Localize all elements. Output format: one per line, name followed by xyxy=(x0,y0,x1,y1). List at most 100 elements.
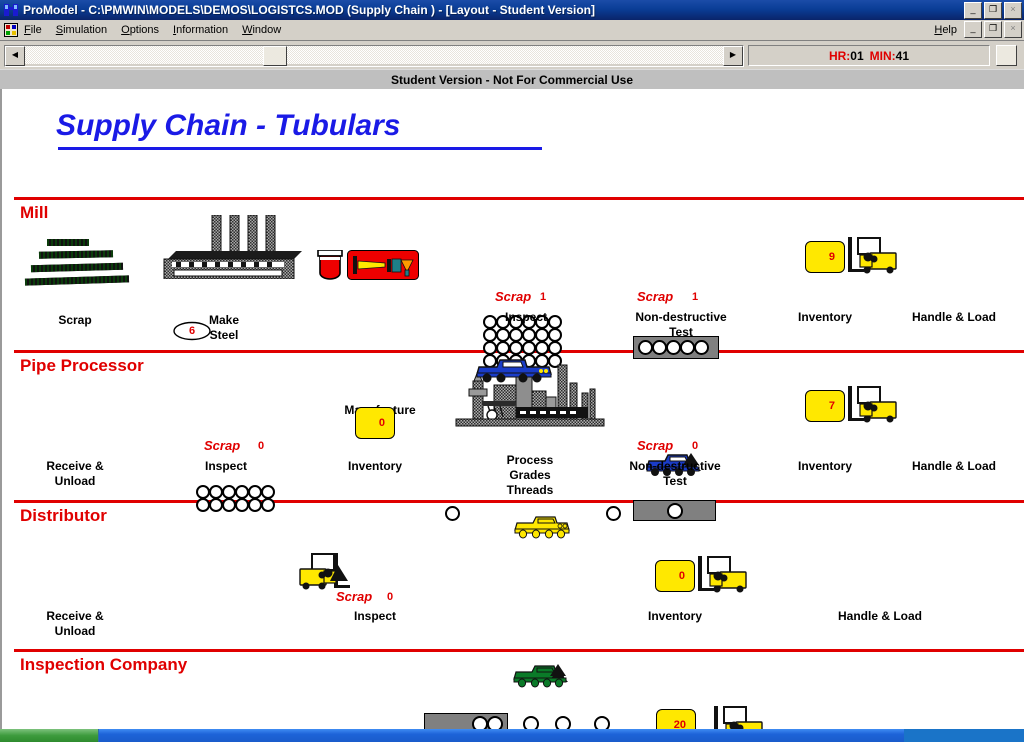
inventory-box-icon-mill[interactable]: 9 xyxy=(805,241,845,273)
press-machine-icon[interactable] xyxy=(347,250,419,280)
model-title: Supply Chain - Tubulars xyxy=(56,109,401,142)
station-label-mill-inspect: Inspect xyxy=(504,310,547,324)
ndt-bar-icon-pp[interactable] xyxy=(633,500,716,521)
inventory-count-mill: 9 xyxy=(828,251,835,263)
os-taskbar[interactable] xyxy=(0,729,1024,742)
clock-hr-value: 01 xyxy=(850,48,864,63)
forklift-icon-mill[interactable] xyxy=(848,235,898,275)
section-label-mill: Mill xyxy=(20,203,49,222)
inventory-box-icon-dist[interactable]: 0 xyxy=(655,560,695,592)
inventory-box-icon-pp2[interactable]: 7 xyxy=(805,390,845,422)
station-label-mill-ndt: Non-destructive Test xyxy=(635,310,727,339)
mdi-restore-button[interactable]: ❐ xyxy=(984,21,1002,38)
station-label-dist-inspect: Inspect xyxy=(353,609,396,623)
station-label-dist-receive-unload: Receive & Unload xyxy=(46,609,104,638)
section-divider-mill xyxy=(14,197,1024,200)
scrap-label-mill-ndt: Scrap xyxy=(637,289,674,304)
forklift-reverse-icon[interactable] xyxy=(298,551,354,593)
clock-readout: HR: 01 MIN: 41 xyxy=(748,45,990,66)
layout-canvas[interactable]: Supply Chain - Tubulars Mill Scrap 6 Mak… xyxy=(0,89,1024,729)
transit-pipe-icon-3[interactable] xyxy=(523,716,539,729)
scrollbar-thumb[interactable] xyxy=(263,46,287,66)
tool-strip: ◀ ▶ HR: 01 MIN: 41 xyxy=(0,41,1024,69)
scrap-value-mill-ndt: 1 xyxy=(692,291,699,303)
menu-item-simulation[interactable]: Simulation xyxy=(56,24,107,36)
section-divider-inspection-company xyxy=(14,649,1024,652)
clock-min-label: MIN: xyxy=(869,48,896,63)
mdi-close-button[interactable]: × xyxy=(1004,21,1022,38)
station-label-dist-inventory: Inventory xyxy=(647,609,702,623)
section-divider-distributor xyxy=(14,500,1024,503)
clock-button[interactable] xyxy=(996,45,1017,66)
menu-item-options[interactable]: Options xyxy=(121,24,159,36)
section-label-pipe-processor: Pipe Processor xyxy=(20,356,144,375)
station-label-pp-handle-load: Handle & Load xyxy=(912,459,997,473)
simulation-clock: HR: 01 MIN: 41 xyxy=(748,43,1017,67)
model-title-underline xyxy=(58,147,542,150)
scrollbar-track[interactable] xyxy=(24,46,724,64)
menu-item-help[interactable]: Help xyxy=(934,24,957,36)
crucible-icon[interactable] xyxy=(316,249,344,283)
minimize-button[interactable]: _ xyxy=(964,2,982,19)
station-label-pp-ndt: Non-destructive Test xyxy=(629,459,721,488)
forklift-icon-pp[interactable] xyxy=(848,384,898,424)
window-controls: _ ❐ × xyxy=(964,2,1022,19)
promodel-icon xyxy=(3,2,19,18)
system-tray[interactable] xyxy=(904,729,1024,742)
menu-item-information[interactable]: Information xyxy=(173,24,228,36)
scrap-label-dist-inspect: Scrap xyxy=(336,589,373,604)
transit-pipe-icon-2[interactable] xyxy=(606,506,621,521)
station-label-pp-inventory-2: Inventory xyxy=(797,459,852,473)
inventory-count-pp1: 0 xyxy=(378,417,385,429)
horizontal-scrollbar[interactable]: ◀ ▶ xyxy=(4,45,744,67)
menu-item-file[interactable]: File xyxy=(24,24,42,36)
station-label-pp-process: Process Grades Threads xyxy=(506,453,554,497)
station-label-pp-inventory-1: Inventory xyxy=(347,459,402,473)
menu-item-window[interactable]: Window xyxy=(242,24,281,36)
section-label-inspection-company: Inspection Company xyxy=(20,655,188,674)
scrap-value-mill-inspect: 1 xyxy=(540,291,547,303)
station-label-dist-handle-load: Handle & Load xyxy=(838,609,923,623)
blue-truck-icon[interactable] xyxy=(473,356,555,384)
canvas-left-edge xyxy=(0,89,2,729)
inventory-box-icon-pp1[interactable]: 0 xyxy=(355,407,395,439)
section-label-distributor: Distributor xyxy=(20,506,107,525)
station-label-pp-receive-unload: Receive & Unload xyxy=(46,459,104,488)
triangle-right-icon[interactable]: ▶ xyxy=(723,46,743,66)
forklift-icon-dist[interactable] xyxy=(698,554,748,594)
station-label-mill-handle-load: Handle & Load xyxy=(912,310,997,324)
window-title: ProModel - C:\PMWIN\MODELS\DEMOS\LOGISTC… xyxy=(23,3,595,17)
promodel-window: ProModel - C:\PMWIN\MODELS\DEMOS\LOGISTC… xyxy=(0,0,1024,742)
yellow-truck-icon[interactable] xyxy=(513,514,575,540)
transit-pipe-icon-5[interactable] xyxy=(594,716,610,729)
station-label-scrap: Scrap xyxy=(58,313,92,327)
inventory-box-icon-inspection[interactable]: 20 xyxy=(656,709,696,729)
menu-right-group: Help _ ❐ × xyxy=(934,21,1022,38)
transit-pipe-icon-4[interactable] xyxy=(555,716,571,729)
restore-button[interactable]: ❐ xyxy=(984,2,1002,19)
start-button[interactable] xyxy=(0,729,99,742)
document-icon[interactable] xyxy=(4,23,18,37)
clock-hr-label: HR: xyxy=(828,48,851,63)
inventory-count-pp2: 7 xyxy=(828,400,835,412)
green-truck-icon[interactable] xyxy=(512,662,574,690)
mdi-minimize-button[interactable]: _ xyxy=(964,21,982,38)
scrap-value-pp-ndt: 0 xyxy=(692,440,699,452)
scrap-label-pp-inspect: Scrap xyxy=(204,438,241,453)
scrap-pile-icon[interactable] xyxy=(24,239,135,289)
ndt-bar-icon-inspection[interactable] xyxy=(424,713,508,729)
title-bar: ProModel - C:\PMWIN\MODELS\DEMOS\LOGISTC… xyxy=(0,0,1024,20)
transit-pipe-icon-1[interactable] xyxy=(445,506,460,521)
forklift-icon-inspection[interactable] xyxy=(714,704,764,729)
station-label-pp-inspect: Inspect xyxy=(204,459,247,473)
station-label-make-steel: Make Steel xyxy=(208,313,240,342)
scrap-value-dist-inspect: 0 xyxy=(387,591,394,603)
triangle-left-icon[interactable]: ◀ xyxy=(5,46,25,66)
station-label-mill-inventory: Inventory xyxy=(797,310,852,324)
furnace-icon[interactable] xyxy=(160,214,302,280)
clock-min-value: 41 xyxy=(895,48,910,63)
student-version-banner: Student Version - Not For Commercial Use xyxy=(0,69,1024,90)
inventory-count-inspection: 20 xyxy=(673,719,686,729)
close-button[interactable]: × xyxy=(1004,2,1022,19)
scrap-label-mill-inspect: Scrap xyxy=(495,289,532,304)
